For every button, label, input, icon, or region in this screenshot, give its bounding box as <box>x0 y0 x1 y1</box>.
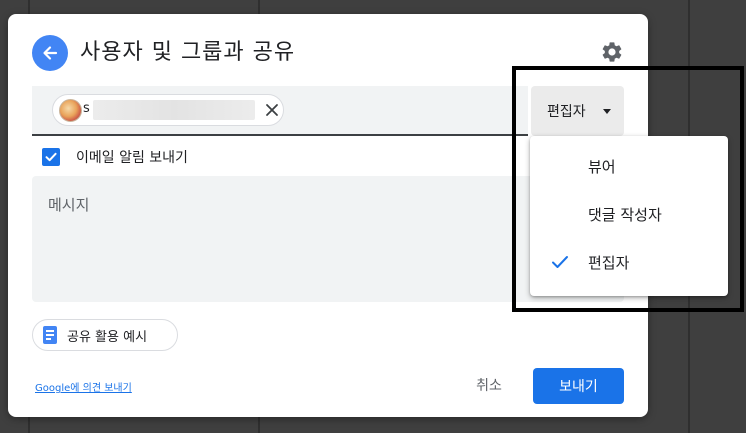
notify-checkbox[interactable] <box>42 148 60 166</box>
remove-recipient-button[interactable] <box>261 99 283 121</box>
redacted-email <box>93 100 255 120</box>
dropdown-caret-icon <box>603 109 611 114</box>
menu-item-label: 댓글 작성자 <box>588 206 662 224</box>
back-button[interactable] <box>32 35 68 71</box>
doc-icon <box>43 326 57 344</box>
role-select-label: 편집자 <box>547 104 586 120</box>
recipient-chip[interactable]: s <box>52 94 284 126</box>
message-placeholder: 메시지 <box>48 196 90 214</box>
role-select[interactable]: 편집자 <box>531 86 624 136</box>
notify-label: 이메일 알림 보내기 <box>76 150 188 166</box>
role-menu-item-viewer[interactable]: 뷰어 <box>530 142 728 190</box>
feedback-link[interactable]: Google에 의견 보내기 <box>35 379 132 394</box>
role-menu-item-editor[interactable]: 편집자 <box>530 238 728 286</box>
role-menu: 뷰어 댓글 작성자 편집자 <box>530 136 728 296</box>
sharing-examples-button[interactable]: 공유 활용 예시 <box>32 319 178 351</box>
role-menu-item-commenter[interactable]: 댓글 작성자 <box>530 190 728 238</box>
menu-item-label: 편집자 <box>588 254 630 272</box>
avatar <box>59 99 82 122</box>
back-arrow-icon <box>43 46 58 60</box>
checkbox-check-icon <box>45 152 57 162</box>
cancel-button[interactable]: 취소 <box>466 369 512 401</box>
dialog-title: 사용자 및 그룹과 공유 <box>80 40 296 65</box>
recipient-initial: s <box>83 101 90 116</box>
close-icon <box>266 104 278 116</box>
gear-icon <box>602 42 622 62</box>
sharing-examples-label: 공유 활용 예시 <box>67 330 148 345</box>
settings-button[interactable] <box>600 40 624 64</box>
menu-item-label: 뷰어 <box>588 158 616 176</box>
recipient-input-area[interactable]: s <box>32 86 528 136</box>
checkmark-icon <box>552 256 568 268</box>
send-button[interactable]: 보내기 <box>533 368 624 404</box>
